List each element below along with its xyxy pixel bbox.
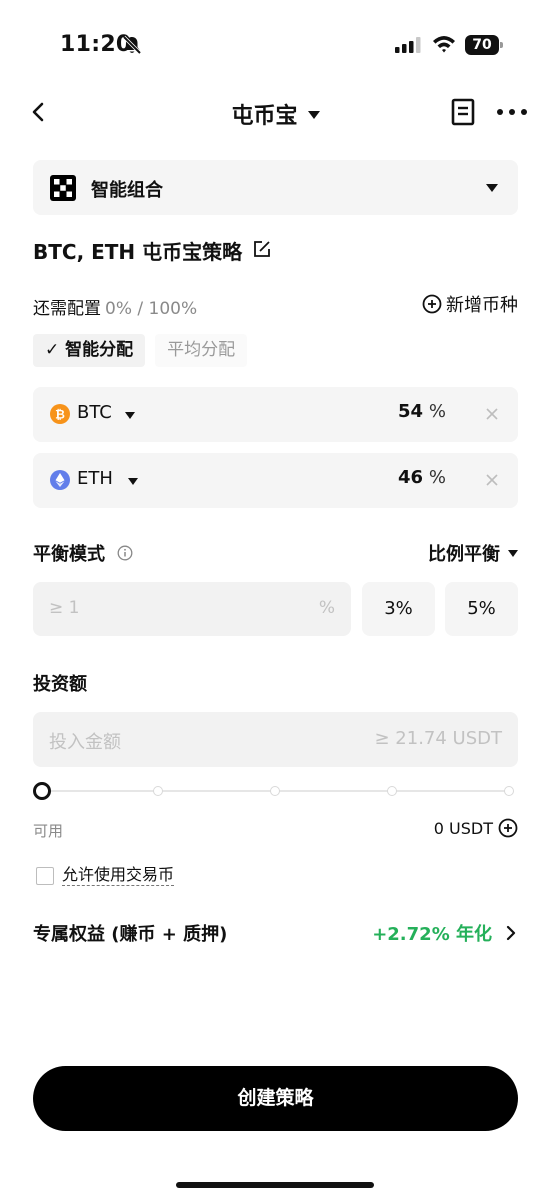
available-value: 0 USDT	[433, 818, 493, 838]
document-icon[interactable]	[450, 98, 476, 126]
allow-trading-coin-checkbox[interactable]	[36, 866, 54, 885]
cellular-signal-icon	[395, 37, 421, 53]
chevron-down-icon	[486, 184, 498, 192]
coin-row-eth: ETH 46 %	[33, 453, 518, 508]
slider-stop-100[interactable]	[504, 786, 514, 796]
chevron-down-icon	[508, 549, 518, 557]
rebalance-threshold-input[interactable]: ≥ 1 %	[33, 582, 351, 636]
coin-selector[interactable]: ETH	[77, 468, 113, 489]
balance-mode-value: 比例平衡	[428, 544, 500, 565]
balance-mode-label: 平衡模式	[33, 544, 105, 565]
coin-row-btc: ₿ BTC 54 %	[33, 387, 518, 442]
plus-circle-icon	[422, 294, 442, 314]
more-icon[interactable]	[496, 108, 528, 116]
selector-label: 智能组合	[91, 180, 163, 201]
home-indicator	[176, 1182, 374, 1188]
balance-mode-dropdown[interactable]: 比例平衡	[428, 540, 518, 566]
chevron-down-icon[interactable]	[128, 478, 138, 485]
percent-unit: %	[428, 467, 446, 488]
status-bar: 11:20 70	[0, 0, 551, 90]
amount-minimum: ≥ 21.74 USDT	[374, 728, 502, 749]
config-label: 还需配置	[33, 299, 101, 319]
nav-bar: 屯币宝	[0, 90, 551, 134]
threshold-unit: %	[318, 598, 335, 618]
benefit-rate: +2.72% 年化	[372, 924, 492, 945]
allow-trading-coin-label[interactable]: 允许使用交易币	[62, 865, 175, 886]
preset-3-percent-button[interactable]: 3%	[362, 582, 435, 636]
info-icon[interactable]	[117, 545, 133, 561]
close-icon[interactable]	[482, 470, 502, 490]
battery-level: 70	[465, 35, 499, 55]
battery-tip	[500, 42, 503, 48]
add-coin-label: 新增币种	[446, 295, 518, 316]
amount-slider[interactable]	[33, 780, 518, 802]
btc-icon: ₿	[50, 404, 70, 424]
benefit-label: 专属权益 (赚币 + 质押)	[33, 924, 228, 945]
config-progress: 0% / 100%	[105, 299, 198, 319]
coin-percent-input[interactable]: 54	[398, 401, 423, 422]
amount-placeholder: 投入金额	[49, 732, 121, 753]
svg-text:₿: ₿	[55, 408, 65, 422]
battery-indicator: 70	[465, 35, 503, 55]
available-label: 可用	[33, 822, 64, 840]
percent-unit: %	[428, 401, 446, 422]
create-strategy-button[interactable]: 创建策略	[33, 1066, 518, 1131]
slider-handle[interactable]	[33, 782, 51, 800]
chevron-down-icon[interactable]	[125, 412, 135, 419]
tab-even-allocation[interactable]: 平均分配	[155, 334, 248, 367]
tab-smart-allocation[interactable]: ✓ 智能分配	[33, 334, 146, 367]
okx-logo-icon	[50, 175, 76, 201]
preset-5-percent-button[interactable]: 5%	[445, 582, 518, 636]
wifi-icon	[433, 36, 455, 53]
bell-muted-icon	[122, 35, 142, 55]
coin-percent-input[interactable]: 46	[398, 467, 423, 488]
allocation-tabs: ✓ 智能分配 平均分配	[33, 334, 257, 367]
allow-trading-coin-option[interactable]: 允许使用交易币	[36, 865, 175, 886]
close-icon[interactable]	[482, 404, 502, 424]
strategy-title: BTC, ETH 屯币宝策略	[33, 240, 243, 264]
config-remaining: 还需配置 0% / 100%	[33, 294, 197, 319]
slider-stop-50[interactable]	[270, 786, 280, 796]
investment-label: 投资额	[33, 674, 87, 695]
threshold-placeholder: ≥ 1	[49, 598, 80, 618]
eth-icon	[50, 470, 70, 490]
edit-icon[interactable]	[253, 240, 271, 258]
strategy-type-selector[interactable]: 智能组合	[33, 160, 518, 215]
plus-circle-icon[interactable]	[498, 818, 518, 838]
chevron-down-icon	[307, 111, 320, 119]
benefit-link[interactable]: +2.72% 年化	[372, 920, 518, 946]
page-title: 屯币宝	[231, 104, 298, 129]
chevron-right-icon	[506, 925, 516, 941]
slider-stop-25[interactable]	[153, 786, 163, 796]
coin-selector[interactable]: BTC	[77, 402, 112, 423]
add-coin-button[interactable]: 新增币种	[422, 292, 518, 316]
slider-stop-75[interactable]	[387, 786, 397, 796]
available-balance: 0 USDT	[434, 818, 518, 838]
investment-amount-input[interactable]: 投入金额 ≥ 21.74 USDT	[33, 712, 518, 767]
